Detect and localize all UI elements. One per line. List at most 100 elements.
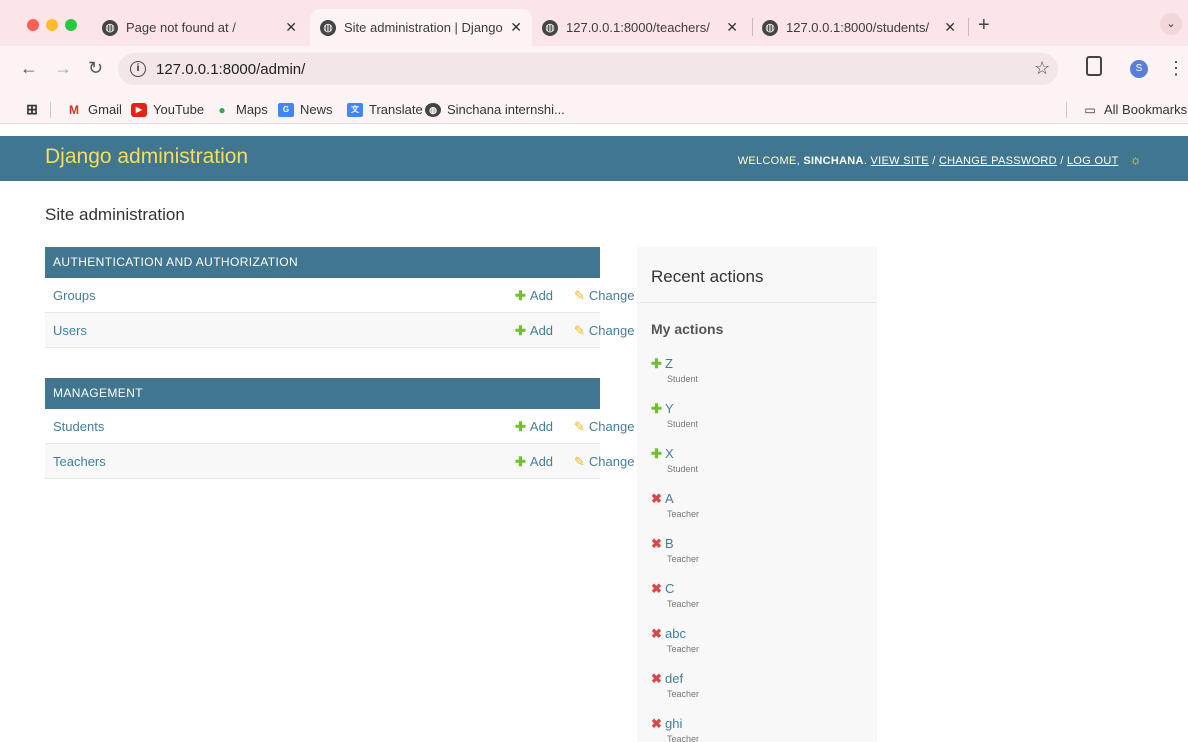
bookmark-youtube[interactable]: ▶ YouTube (131, 102, 204, 117)
model-row-groups: Groups ✚ Add ✎ Change (45, 278, 634, 313)
add-label: Add (529, 288, 554, 303)
youtube-icon: ▶ (131, 102, 147, 117)
deletion-icon: ✖ (651, 671, 662, 686)
address-bar[interactable]: i 127.0.0.1:8000/admin/ (118, 53, 1058, 85)
add-users-button[interactable]: ✚ Add (515, 323, 553, 339)
separator: / (1060, 155, 1064, 167)
change-groups-button[interactable]: ✎ Change (574, 288, 634, 304)
tab-teachers[interactable]: ◍ 127.0.0.1:8000/teachers/ ✕ (532, 9, 748, 46)
addition-icon: ✚ (651, 446, 662, 461)
change-users-button[interactable]: ✎ Change (574, 323, 634, 339)
model-row-users: Users ✚ Add ✎ Change (45, 313, 634, 348)
add-teachers-button[interactable]: ✚ Add (515, 454, 553, 470)
model-link-groups[interactable]: Groups (53, 288, 96, 303)
deletion-icon: ✖ (651, 536, 662, 551)
apps-grid-icon[interactable]: ⊞ (24, 102, 46, 116)
module-auth: AUTHENTICATION AND AUTHORIZATION Groups … (45, 247, 634, 348)
pencil-icon: ✎ (574, 454, 585, 469)
action-item: ✖ abc Teacher (651, 625, 871, 654)
news-icon: G (278, 102, 294, 117)
add-label: Add (529, 454, 554, 469)
more-menu-icon[interactable]: ⋮ (1167, 58, 1185, 79)
chevron-down-icon[interactable]: ⌄ (1160, 13, 1182, 35)
bookmark-label: Maps (236, 102, 268, 117)
action-item: ✖ def Teacher (651, 670, 871, 699)
action-object-name: def (665, 671, 684, 686)
tab-site-administration[interactable]: ◍ Site administration | Django s ✕ (310, 9, 532, 46)
close-window-button[interactable] (27, 19, 39, 31)
new-tab-button[interactable]: + (978, 14, 990, 37)
tab-students[interactable]: ◍ 127.0.0.1:8000/students/ ✕ (752, 9, 966, 46)
action-content-type: Teacher (667, 599, 700, 609)
model-link-users[interactable]: Users (53, 323, 87, 338)
plus-icon: ✚ (515, 323, 526, 338)
action-content-type: Student (667, 374, 699, 384)
plus-icon: ✚ (515, 454, 526, 469)
bookmark-label: Gmail (88, 102, 122, 117)
action-object-name[interactable]: Z (665, 356, 673, 371)
bookmark-star-icon[interactable]: ☆ (1034, 58, 1050, 79)
action-object-name: abc (665, 626, 686, 641)
log-out-link[interactable]: LOG OUT (1067, 155, 1118, 167)
theme-toggle-icon[interactable]: ☼ (1130, 152, 1142, 167)
bookmark-divider (1066, 102, 1067, 118)
my-actions-title: My actions (651, 321, 724, 337)
change-students-button[interactable]: ✎ Change (574, 419, 634, 435)
pencil-icon: ✎ (574, 419, 585, 434)
bookmark-sinchana[interactable]: ◍ Sinchana internshi... (425, 102, 565, 117)
model-link-teachers[interactable]: Teachers (53, 454, 106, 469)
folder-icon: ▭ (1084, 102, 1096, 117)
page-title: Site administration (45, 205, 185, 224)
model-row-students: Students ✚ Add ✎ Change (45, 409, 634, 444)
model-link-students[interactable]: Students (53, 419, 104, 434)
bookmark-label: Translate (369, 102, 423, 117)
tab-title: 127.0.0.1:8000/students/ (786, 20, 930, 35)
recent-actions-panel: Recent actions My actions ✚ Z Student ✚ Y Stu… (637, 247, 877, 742)
model-row-teachers: Teachers ✚ Add ✎ Change (45, 444, 634, 479)
all-bookmarks-button[interactable]: ▭ All Bookmarks (1082, 102, 1187, 117)
bookmark-translate[interactable]: 文 Translate (347, 102, 423, 117)
action-object-name[interactable]: Y (665, 401, 674, 416)
profile-avatar[interactable]: S (1130, 60, 1148, 78)
change-label: Change (588, 288, 635, 303)
pencil-icon: ✎ (574, 288, 585, 303)
bookmark-maps[interactable]: ● Maps (214, 102, 268, 117)
deletion-icon: ✖ (651, 581, 662, 596)
site-branding[interactable]: Django administration (45, 145, 248, 169)
deletion-icon: ✖ (651, 626, 662, 641)
info-icon[interactable]: i (130, 61, 146, 77)
view-site-link[interactable]: VIEW SITE (871, 155, 929, 167)
bookmark-label: YouTube (153, 102, 205, 117)
add-groups-button[interactable]: ✚ Add (515, 288, 553, 304)
close-icon[interactable]: ✕ (944, 19, 956, 36)
browser-tab-strip: ◍ Page not found at / ✕ ◍ Site administr… (0, 0, 1188, 46)
maps-icon: ● (218, 102, 226, 117)
module-management: MANAGEMENT Students ✚ Add ✎ Change Teacher… (45, 378, 634, 479)
globe-icon: ◍ (542, 19, 558, 36)
close-icon[interactable]: ✕ (285, 19, 297, 36)
reload-icon[interactable]: ↻ (88, 58, 103, 79)
close-icon[interactable]: ✕ (510, 19, 522, 36)
change-password-link[interactable]: CHANGE PASSWORD (939, 155, 1057, 167)
extensions-icon[interactable] (1086, 56, 1102, 76)
minimize-window-button[interactable] (46, 19, 58, 31)
action-content-type: Teacher (667, 644, 700, 654)
tab-page-not-found[interactable]: ◍ Page not found at / ✕ (92, 9, 307, 46)
add-students-button[interactable]: ✚ Add (515, 419, 553, 435)
globe-icon: ◍ (320, 19, 336, 36)
maximize-window-button[interactable] (65, 19, 77, 31)
module-caption[interactable]: AUTHENTICATION AND AUTHORIZATION (45, 247, 600, 278)
change-label: Change (588, 419, 635, 434)
action-object-name[interactable]: X (665, 446, 674, 461)
change-teachers-button[interactable]: ✎ Change (574, 454, 634, 470)
bookmark-news[interactable]: G News (278, 102, 333, 117)
bookmark-gmail[interactable]: M Gmail (66, 102, 122, 117)
action-content-type: Student (667, 419, 699, 429)
forward-arrow-icon[interactable]: → (54, 58, 72, 79)
back-arrow-icon[interactable]: ← (20, 58, 38, 79)
action-item: ✖ B Teacher (651, 535, 871, 564)
globe-icon: ◍ (102, 19, 118, 36)
module-caption[interactable]: MANAGEMENT (45, 378, 600, 409)
close-icon[interactable]: ✕ (726, 19, 738, 36)
action-content-type: Teacher (667, 554, 700, 564)
